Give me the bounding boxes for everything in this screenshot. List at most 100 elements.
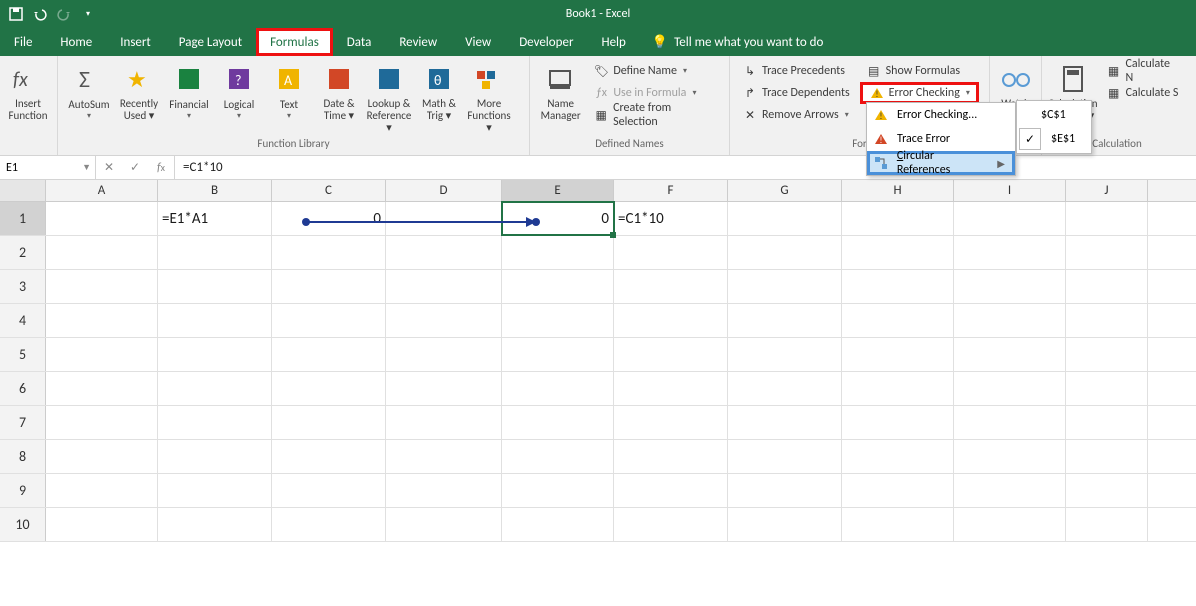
col-header-f[interactable]: F	[614, 180, 728, 201]
cell-f1[interactable]: =C1*10	[614, 202, 728, 235]
row-header-6[interactable]: 6	[0, 372, 46, 405]
cell-h1[interactable]	[842, 202, 954, 235]
cell-b10[interactable]	[158, 508, 272, 541]
cell-h6[interactable]	[842, 372, 954, 405]
error-checking-button[interactable]: !Error Checking	[860, 82, 979, 104]
cell-a10[interactable]	[46, 508, 158, 541]
row-header-4[interactable]: 4	[0, 304, 46, 337]
cell-h7[interactable]	[842, 406, 954, 439]
name-manager-button[interactable]: NameManager	[536, 60, 585, 122]
text-button[interactable]: A Text▾	[264, 60, 314, 121]
menu-item-circular-references[interactable]: Circular References▶	[867, 151, 1015, 175]
cell-i3[interactable]	[954, 270, 1066, 303]
cell-d7[interactable]	[386, 406, 502, 439]
define-name-button[interactable]: 🏷Define Name	[587, 60, 723, 82]
tab-insert[interactable]: Insert	[106, 28, 165, 56]
cell-i2[interactable]	[954, 236, 1066, 269]
cell-g10[interactable]	[728, 508, 842, 541]
cell-c10[interactable]	[272, 508, 386, 541]
cell-e2[interactable]	[502, 236, 614, 269]
cell-d10[interactable]	[386, 508, 502, 541]
cell-e7[interactable]	[502, 406, 614, 439]
cell-j9[interactable]	[1066, 474, 1148, 507]
cell-e4[interactable]	[502, 304, 614, 337]
cell-i6[interactable]	[954, 372, 1066, 405]
cell-a6[interactable]	[46, 372, 158, 405]
cell-f4[interactable]	[614, 304, 728, 337]
cell-d4[interactable]	[386, 304, 502, 337]
cell-g1[interactable]	[728, 202, 842, 235]
cell-c4[interactable]	[272, 304, 386, 337]
autosum-button[interactable]: Σ AutoSum▾	[64, 60, 114, 121]
cell-j1[interactable]	[1066, 202, 1148, 235]
redo-icon[interactable]	[56, 6, 72, 22]
lookup-reference-button[interactable]: Lookup &Reference ▾	[364, 60, 414, 134]
cell-f3[interactable]	[614, 270, 728, 303]
cell-c9[interactable]	[272, 474, 386, 507]
cell-e9[interactable]	[502, 474, 614, 507]
cell-e6[interactable]	[502, 372, 614, 405]
math-trig-button[interactable]: θ Math &Trig ▾	[414, 60, 464, 122]
cell-f8[interactable]	[614, 440, 728, 473]
cell-d3[interactable]	[386, 270, 502, 303]
customize-qat-icon[interactable]: ▾	[80, 6, 96, 22]
cell-j4[interactable]	[1066, 304, 1148, 337]
tab-help[interactable]: Help	[587, 28, 639, 56]
cell-a5[interactable]	[46, 338, 158, 371]
cell-g9[interactable]	[728, 474, 842, 507]
col-header-h[interactable]: H	[842, 180, 954, 201]
cell-g4[interactable]	[728, 304, 842, 337]
cell-g3[interactable]	[728, 270, 842, 303]
cell-c5[interactable]	[272, 338, 386, 371]
cell-g6[interactable]	[728, 372, 842, 405]
cell-h2[interactable]	[842, 236, 954, 269]
cell-d5[interactable]	[386, 338, 502, 371]
cell-i1[interactable]	[954, 202, 1066, 235]
cell-e8[interactable]	[502, 440, 614, 473]
cell-c3[interactable]	[272, 270, 386, 303]
cancel-formula-button[interactable]: ✕	[96, 160, 122, 175]
cell-a8[interactable]	[46, 440, 158, 473]
cell-d6[interactable]	[386, 372, 502, 405]
cell-j10[interactable]	[1066, 508, 1148, 541]
cell-g7[interactable]	[728, 406, 842, 439]
cell-e10[interactable]	[502, 508, 614, 541]
cell-c6[interactable]	[272, 372, 386, 405]
row-header-3[interactable]: 3	[0, 270, 46, 303]
row-header-7[interactable]: 7	[0, 406, 46, 439]
calculate-sheet-button[interactable]: ▦Calculate S	[1100, 82, 1186, 104]
row-header-5[interactable]: 5	[0, 338, 46, 371]
fx-button[interactable]: fx	[148, 161, 174, 175]
tab-review[interactable]: Review	[385, 28, 451, 56]
cell-j2[interactable]	[1066, 236, 1148, 269]
enter-formula-button[interactable]: ✓	[122, 160, 148, 175]
cell-b3[interactable]	[158, 270, 272, 303]
col-header-j[interactable]: J	[1066, 180, 1148, 201]
cell-b6[interactable]	[158, 372, 272, 405]
col-header-g[interactable]: G	[728, 180, 842, 201]
cell-e1[interactable]: 0	[502, 202, 614, 235]
cell-i8[interactable]	[954, 440, 1066, 473]
cell-a2[interactable]	[46, 236, 158, 269]
show-formulas-button[interactable]: ▤Show Formulas	[860, 60, 979, 82]
calculate-now-button[interactable]: ▦Calculate N	[1100, 60, 1186, 82]
cell-j7[interactable]	[1066, 406, 1148, 439]
formula-bar-input[interactable]: =C1*10	[175, 156, 1196, 179]
cell-b5[interactable]	[158, 338, 272, 371]
cell-c7[interactable]	[272, 406, 386, 439]
logical-button[interactable]: ? Logical▾	[214, 60, 264, 121]
col-header-a[interactable]: A	[46, 180, 158, 201]
cell-h3[interactable]	[842, 270, 954, 303]
cell-j3[interactable]	[1066, 270, 1148, 303]
cell-i4[interactable]	[954, 304, 1066, 337]
cell-j5[interactable]	[1066, 338, 1148, 371]
tab-developer[interactable]: Developer	[505, 28, 587, 56]
cell-b4[interactable]	[158, 304, 272, 337]
trace-dependents-button[interactable]: ↱Trace Dependents	[736, 82, 856, 104]
tell-me-search[interactable]: 💡 Tell me what you want to do	[640, 28, 838, 56]
col-header-b[interactable]: B	[158, 180, 272, 201]
cell-f7[interactable]	[614, 406, 728, 439]
cell-c1[interactable]: 0	[272, 202, 386, 235]
select-all-corner[interactable]	[0, 180, 46, 201]
recently-used-button[interactable]: ★ RecentlyUsed ▾	[114, 60, 164, 122]
